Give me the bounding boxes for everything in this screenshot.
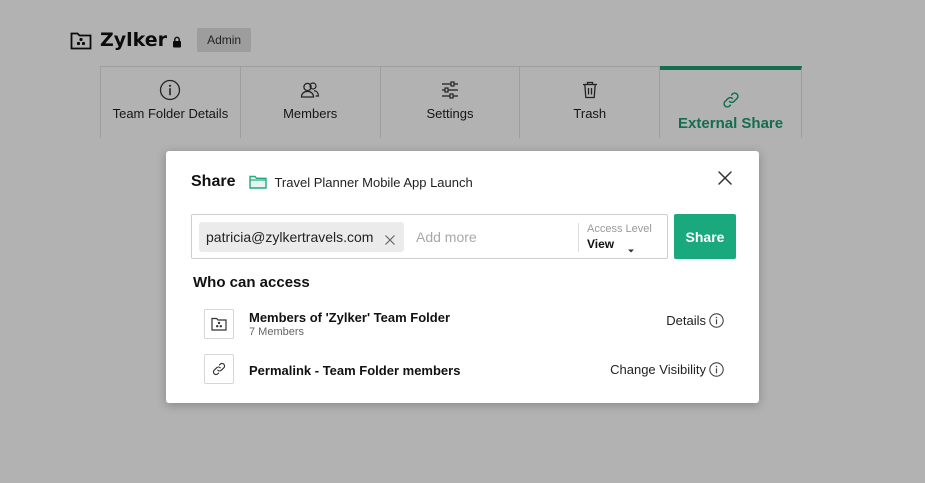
access-row-subtitle: 7 Members xyxy=(249,326,305,338)
folder-icon xyxy=(249,175,268,189)
change-visibility-label: Change Visibility xyxy=(610,362,706,377)
add-more-input[interactable] xyxy=(416,227,566,247)
share-dialog: Share Travel Planner Mobile App Launch p… xyxy=(166,151,759,403)
access-list-item: Permalink - Team Folder members Change V… xyxy=(204,354,724,386)
link-icon xyxy=(204,354,234,384)
access-level-label: Access Level xyxy=(587,223,652,235)
access-level-dropdown[interactable]: Access Level View xyxy=(587,223,652,253)
shared-folder-name: Travel Planner Mobile App Launch xyxy=(274,174,473,190)
remove-recipient-icon[interactable] xyxy=(385,232,396,245)
details-label: Details xyxy=(666,313,706,328)
change-visibility-link[interactable]: Change Visibility xyxy=(610,362,724,377)
access-list-item: Members of 'Zylker' Team Folder 7 Member… xyxy=(204,309,724,341)
details-link[interactable]: Details xyxy=(666,313,724,328)
who-can-access-heading: Who can access xyxy=(193,274,310,291)
info-icon xyxy=(709,362,724,377)
team-folder-icon xyxy=(204,309,234,339)
dialog-header: Share Travel Planner Mobile App Launch xyxy=(191,173,473,191)
divider xyxy=(578,223,579,252)
chevron-down-icon xyxy=(627,241,635,253)
access-row-title: Members of 'Zylker' Team Folder xyxy=(249,310,450,325)
recipient-chip: patricia@zylkertravels.com xyxy=(199,222,405,252)
recipient-email: patricia@zylkertravels.com xyxy=(206,229,374,245)
access-row-title: Permalink - Team Folder members xyxy=(249,363,461,378)
share-button[interactable]: Share xyxy=(674,214,736,259)
dialog-title: Share xyxy=(191,173,236,190)
access-level-value: View xyxy=(587,237,615,251)
close-icon[interactable] xyxy=(716,169,734,187)
recipient-input-box: patricia@zylkertravels.com Access Level … xyxy=(191,214,668,259)
info-icon xyxy=(709,313,724,328)
